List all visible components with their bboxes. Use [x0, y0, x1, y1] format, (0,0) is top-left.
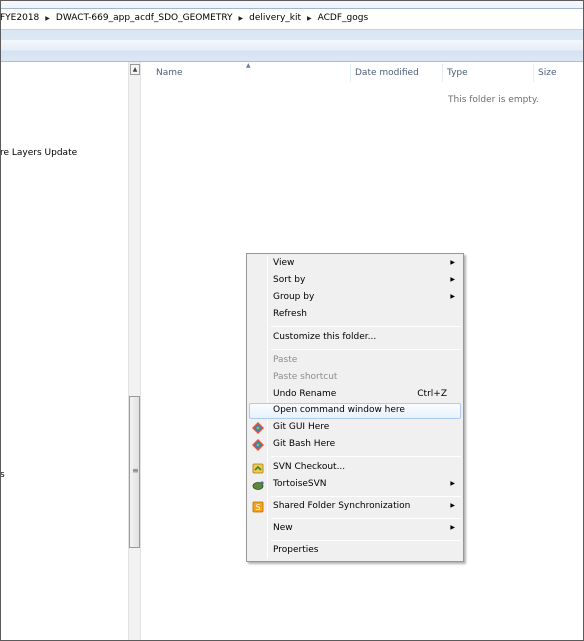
- svn-checkout-icon: [252, 463, 264, 474]
- menu-item-label: TortoiseSVN: [273, 479, 327, 489]
- menu-item-properties[interactable]: Properties: [249, 543, 461, 559]
- menu-item-shortcut: Ctrl+Z: [417, 389, 447, 399]
- menu-item-svn-checkout[interactable]: SVN Checkout...: [249, 460, 461, 476]
- menu-item-undo-rename[interactable]: Undo Rename Ctrl+Z: [249, 387, 461, 403]
- svg-text:S: S: [255, 503, 260, 512]
- menu-separator: [271, 496, 461, 497]
- menu-item-tortoisesvn[interactable]: TortoiseSVN ▶: [249, 477, 461, 493]
- menu-separator: [271, 540, 461, 541]
- address-bar[interactable]: FYE2018 ▶ DWACT-669_app_acdf_SDO_GEOMETR…: [0, 8, 584, 30]
- chevron-right-icon: ▶: [450, 502, 455, 509]
- menu-item-label: Undo Rename: [273, 389, 337, 399]
- menu-item-git-bash[interactable]: Git Bash Here: [249, 437, 461, 453]
- menu-item-shared-folder-sync[interactable]: S Shared Folder Synchronization ▶: [249, 499, 461, 515]
- breadcrumb: FYE2018 ▶ DWACT-669_app_acdf_SDO_GEOMETR…: [0, 13, 371, 23]
- menu-item-label: Shared Folder Synchronization: [273, 501, 411, 511]
- column-divider[interactable]: [350, 64, 351, 82]
- chevron-right-icon: ▶: [450, 524, 455, 531]
- column-header-date-modified[interactable]: Date modified: [355, 68, 419, 78]
- breadcrumb-arrow-icon[interactable]: ▶: [236, 15, 247, 22]
- sort-ascending-icon: ▲: [246, 62, 251, 69]
- menu-separator: [271, 456, 461, 457]
- column-divider[interactable]: [533, 64, 534, 82]
- git-icon: [252, 439, 264, 451]
- menu-item-label: SVN Checkout...: [273, 462, 346, 472]
- breadcrumb-item[interactable]: ACDF_gogs: [315, 13, 372, 23]
- address-bar-area: FYE2018 ▶ DWACT-669_app_acdf_SDO_GEOMETR…: [0, 0, 584, 40]
- menu-item-sort-by[interactable]: Sort by ▶: [249, 273, 461, 289]
- chevron-right-icon: ▶: [450, 480, 455, 487]
- menu-item-label: Refresh: [273, 309, 307, 319]
- command-bar: [0, 40, 584, 62]
- menu-item-label: Paste: [273, 355, 298, 365]
- menu-item-label: Customize this folder...: [273, 332, 377, 342]
- scroll-thumb[interactable]: ≡: [129, 396, 140, 548]
- context-menu: View ▶ Sort by ▶ Group by ▶ Refresh Cust…: [246, 253, 464, 562]
- menu-item-view[interactable]: View ▶: [249, 256, 461, 272]
- menu-item-refresh[interactable]: Refresh: [249, 307, 461, 323]
- breadcrumb-item[interactable]: FYE2018: [0, 13, 42, 23]
- menu-item-paste[interactable]: Paste: [249, 353, 461, 369]
- menu-item-open-command-window[interactable]: Open command window here: [249, 403, 461, 419]
- nav-item[interactable]: s: [0, 470, 5, 480]
- chevron-right-icon: ▶: [450, 276, 455, 283]
- breadcrumb-item[interactable]: delivery_kit: [246, 13, 304, 23]
- chevron-right-icon: ▶: [450, 293, 455, 300]
- breadcrumb-item[interactable]: DWACT-669_app_acdf_SDO_GEOMETRY: [53, 13, 236, 23]
- menu-item-label: View: [273, 258, 295, 268]
- menu-item-label: Properties: [273, 545, 319, 555]
- chevron-right-icon: ▶: [450, 259, 455, 266]
- menu-separator: [271, 349, 461, 350]
- scroll-up-icon[interactable]: ▲: [130, 64, 140, 75]
- menu-item-new[interactable]: New ▶: [249, 521, 461, 537]
- nav-item[interactable]: re Layers Update: [0, 148, 77, 158]
- menu-separator: [271, 326, 461, 327]
- column-header-name[interactable]: Name: [156, 68, 183, 78]
- menu-item-group-by[interactable]: Group by ▶: [249, 290, 461, 306]
- column-header-size[interactable]: Size: [538, 68, 556, 78]
- menu-item-label: Sort by: [273, 275, 306, 285]
- column-header-type[interactable]: Type: [447, 68, 468, 78]
- menu-item-label: Git Bash Here: [273, 439, 336, 449]
- menu-item-git-gui[interactable]: Git GUI Here: [249, 420, 461, 436]
- tortoisesvn-icon: [252, 481, 264, 490]
- column-divider[interactable]: [442, 64, 443, 82]
- sync-icon: S: [252, 501, 264, 513]
- menu-item-label: Paste shortcut: [273, 372, 338, 382]
- menu-item-label: New: [273, 523, 293, 533]
- menu-separator: [271, 518, 461, 519]
- nav-scrollbar[interactable]: ▲ ≡: [128, 62, 141, 641]
- breadcrumb-arrow-icon[interactable]: ▶: [42, 15, 53, 22]
- menu-item-label: Git GUI Here: [273, 422, 330, 432]
- menu-item-label: Open command window here: [273, 405, 405, 415]
- menu-item-customize-folder[interactable]: Customize this folder...: [249, 330, 461, 346]
- grip-icon: ≡: [132, 466, 139, 475]
- breadcrumb-arrow-icon[interactable]: ▶: [304, 15, 315, 22]
- menu-item-paste-shortcut[interactable]: Paste shortcut: [249, 370, 461, 386]
- menu-item-label: Group by: [273, 292, 315, 302]
- navigation-pane: re Layers Update s: [0, 62, 128, 641]
- git-icon: [252, 422, 264, 434]
- empty-folder-message: This folder is empty.: [448, 95, 539, 105]
